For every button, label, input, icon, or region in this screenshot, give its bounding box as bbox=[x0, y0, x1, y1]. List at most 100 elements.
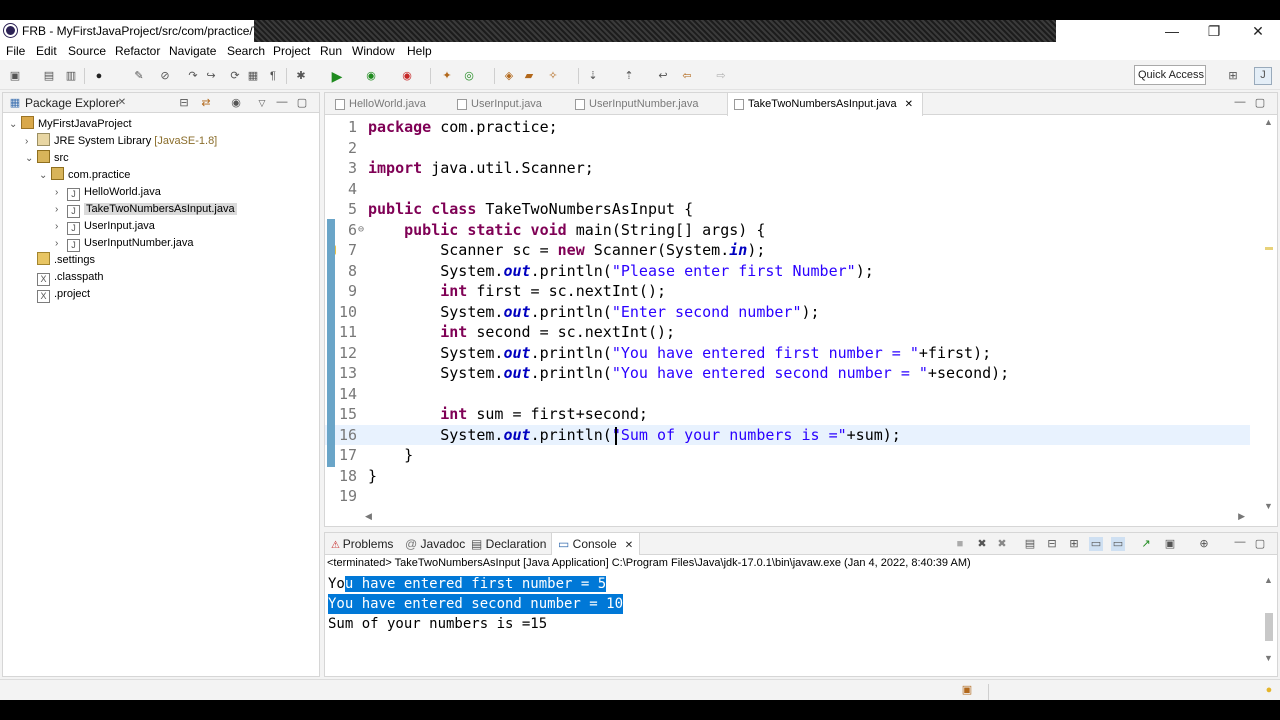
collapsed-chevron-icon[interactable]: › bbox=[55, 235, 67, 252]
tip-lightbulb-icon[interactable]: ● bbox=[1262, 683, 1276, 697]
open-perspective-icon[interactable]: ⊞ bbox=[1226, 69, 1240, 83]
focus-icon[interactable]: ◉ bbox=[229, 96, 243, 110]
console-output-line[interactable]: Sum of your numbers is =15 bbox=[328, 614, 547, 634]
console-output-line-selected[interactable]: You have entered second number = 10 bbox=[328, 594, 624, 614]
step-icon[interactable]: ↷ bbox=[186, 69, 200, 83]
back-icon[interactable]: ⇦ bbox=[680, 69, 694, 83]
open-console-icon[interactable]: ⊕ bbox=[1197, 537, 1211, 551]
save-all-icon[interactable]: ▥ bbox=[64, 69, 78, 83]
maximize-view-icon[interactable]: ▢ bbox=[295, 96, 309, 110]
menu-file[interactable]: File bbox=[6, 44, 25, 58]
new-class-icon[interactable]: ◎ bbox=[462, 69, 476, 83]
collapsed-chevron-icon[interactable]: › bbox=[25, 133, 37, 150]
debug-icon[interactable]: ✱ bbox=[294, 69, 308, 83]
menu-help[interactable]: Help bbox=[407, 44, 432, 58]
search-icon[interactable]: ✧ bbox=[546, 69, 560, 83]
open-task-icon[interactable]: ▰ bbox=[522, 69, 536, 83]
scroll-thumb[interactable] bbox=[1265, 613, 1273, 641]
expanded-chevron-icon[interactable]: ⌄ bbox=[9, 116, 21, 133]
previous-annotation-icon[interactable]: ⇡ bbox=[622, 69, 636, 83]
toggle-breakpoint-icon[interactable]: ✎ bbox=[132, 69, 146, 83]
expanded-chevron-icon[interactable]: ⌄ bbox=[25, 150, 37, 167]
clear-console-icon[interactable]: ▤ bbox=[1023, 537, 1037, 551]
run-icon[interactable]: ▶ bbox=[330, 69, 344, 83]
tab-declaration[interactable]: ▤ Declaration bbox=[471, 533, 546, 555]
scroll-down-icon[interactable]: ▼ bbox=[1264, 501, 1273, 511]
scroll-up-icon[interactable]: ▲ bbox=[1264, 575, 1273, 585]
tab-takettwonumbersasinput[interactable]: TakeTwoNumbersAsInput.java ✕ bbox=[727, 93, 923, 116]
scroll-left-icon[interactable]: ◀ bbox=[365, 511, 372, 522]
remove-all-icon[interactable]: ✖ bbox=[995, 537, 1009, 551]
tab-close-icon[interactable]: ✕ bbox=[625, 540, 633, 551]
package-explorer-close-button[interactable]: ✕ bbox=[115, 96, 129, 110]
menu-search[interactable]: Search bbox=[227, 44, 265, 58]
terminate-icon[interactable]: ■ bbox=[953, 537, 967, 551]
minimize-button[interactable]: — bbox=[1150, 21, 1194, 41]
tab-helloworld[interactable]: HelloWorld.java bbox=[329, 93, 447, 115]
console-vertical-scrollbar[interactable]: ▲ ▼ bbox=[1263, 575, 1275, 665]
tab-userinputnumber[interactable]: UserInputNumber.java bbox=[569, 93, 723, 115]
minimize-view-icon[interactable]: — bbox=[1233, 95, 1247, 109]
menu-run[interactable]: Run bbox=[320, 44, 342, 58]
display-console-icon[interactable]: ▣ bbox=[1163, 537, 1177, 551]
warning-marker[interactable] bbox=[1265, 247, 1273, 250]
collapsed-chevron-icon[interactable]: › bbox=[55, 184, 67, 201]
tree-item-project-file[interactable]: X .project bbox=[37, 286, 90, 303]
expanded-chevron-icon[interactable]: ⌄ bbox=[39, 167, 51, 184]
scroll-right-icon[interactable]: ▶ bbox=[1238, 511, 1245, 522]
next-annotation-icon[interactable]: ⇣ bbox=[586, 69, 600, 83]
tab-problems[interactable]: ⚠ Problems bbox=[331, 533, 393, 555]
collapsed-chevron-icon[interactable]: › bbox=[55, 218, 67, 235]
tree-item-classpath[interactable]: X .classpath bbox=[37, 269, 104, 286]
tree-item-package[interactable]: ⌄ com.practice bbox=[39, 167, 130, 184]
open-type-icon[interactable]: ◈ bbox=[502, 69, 516, 83]
menu-source[interactable]: Source bbox=[68, 44, 106, 58]
tree-item-file-selected[interactable]: › J TakeTwoNumbersAsInput.java bbox=[55, 201, 237, 218]
scroll-up-icon[interactable]: ▲ bbox=[1264, 117, 1273, 127]
skip-breakpoints-icon[interactable]: ⊘ bbox=[158, 69, 172, 83]
refresh-icon[interactable]: ⟳ bbox=[228, 69, 242, 83]
tree-item-file[interactable]: › J HelloWorld.java bbox=[55, 184, 161, 201]
tree-item-file[interactable]: › J UserInputNumber.java bbox=[55, 235, 193, 252]
external-tools-icon[interactable]: ◉ bbox=[400, 69, 414, 83]
maximize-button[interactable]: ❐ bbox=[1192, 21, 1236, 41]
menu-window[interactable]: Window bbox=[352, 44, 395, 58]
show-on-output-icon[interactable]: ▭ bbox=[1089, 537, 1103, 551]
scroll-down-icon[interactable]: ▼ bbox=[1264, 653, 1273, 663]
progress-icon[interactable]: ▣ bbox=[960, 683, 974, 697]
coverage-icon[interactable]: ◉ bbox=[364, 69, 378, 83]
new-icon[interactable]: ▣ bbox=[8, 69, 22, 83]
minimize-view-icon[interactable]: — bbox=[1233, 535, 1247, 549]
menu-edit[interactable]: Edit bbox=[36, 44, 57, 58]
tree-item-file[interactable]: › J UserInput.java bbox=[55, 218, 155, 235]
forward-icon[interactable]: ⇨ bbox=[714, 69, 728, 83]
debug-perspective-icon[interactable]: ● bbox=[92, 69, 106, 83]
close-button[interactable]: ✕ bbox=[1236, 21, 1280, 41]
tree-item-jre-library[interactable]: › JRE System Library [JavaSE-1.8] bbox=[25, 133, 217, 150]
collapse-all-icon[interactable]: ⊟ bbox=[177, 96, 191, 110]
save-icon[interactable]: ▤ bbox=[42, 69, 56, 83]
view-menu-icon[interactable]: ▽ bbox=[255, 96, 269, 110]
word-wrap-icon[interactable]: ⊞ bbox=[1067, 537, 1081, 551]
step-over-icon[interactable]: ↪ bbox=[204, 69, 218, 83]
tab-close-icon[interactable]: ✕ bbox=[905, 99, 913, 110]
print-icon[interactable]: ▦ bbox=[246, 69, 260, 83]
minimize-view-icon[interactable]: — bbox=[275, 95, 289, 109]
editor-vertical-scrollbar[interactable]: ▲ ▼ bbox=[1263, 117, 1275, 517]
scroll-lock-icon[interactable]: ⊟ bbox=[1045, 537, 1059, 551]
tree-item-project[interactable]: ⌄ MyFirstJavaProject bbox=[9, 116, 132, 133]
show-on-error-icon[interactable]: ▭ bbox=[1111, 537, 1125, 551]
maximize-view-icon[interactable]: ▢ bbox=[1253, 537, 1267, 551]
tab-javadoc[interactable]: @ Javadoc bbox=[405, 533, 465, 555]
java-perspective-icon[interactable]: J bbox=[1254, 67, 1272, 85]
maximize-view-icon[interactable]: ▢ bbox=[1253, 96, 1267, 110]
last-edit-icon[interactable]: ↩ bbox=[656, 69, 670, 83]
paragraph-icon[interactable]: ¶ bbox=[266, 69, 280, 83]
new-java-project-icon[interactable]: ✦ bbox=[440, 69, 454, 83]
menu-refactor[interactable]: Refactor bbox=[115, 44, 160, 58]
menu-project[interactable]: Project bbox=[273, 44, 310, 58]
quick-access-input[interactable]: Quick Access bbox=[1134, 65, 1206, 85]
tree-item-settings[interactable]: .settings bbox=[37, 252, 95, 269]
pin-console-icon[interactable]: ↗ bbox=[1139, 537, 1153, 551]
tab-userinput[interactable]: UserInput.java bbox=[451, 93, 565, 115]
